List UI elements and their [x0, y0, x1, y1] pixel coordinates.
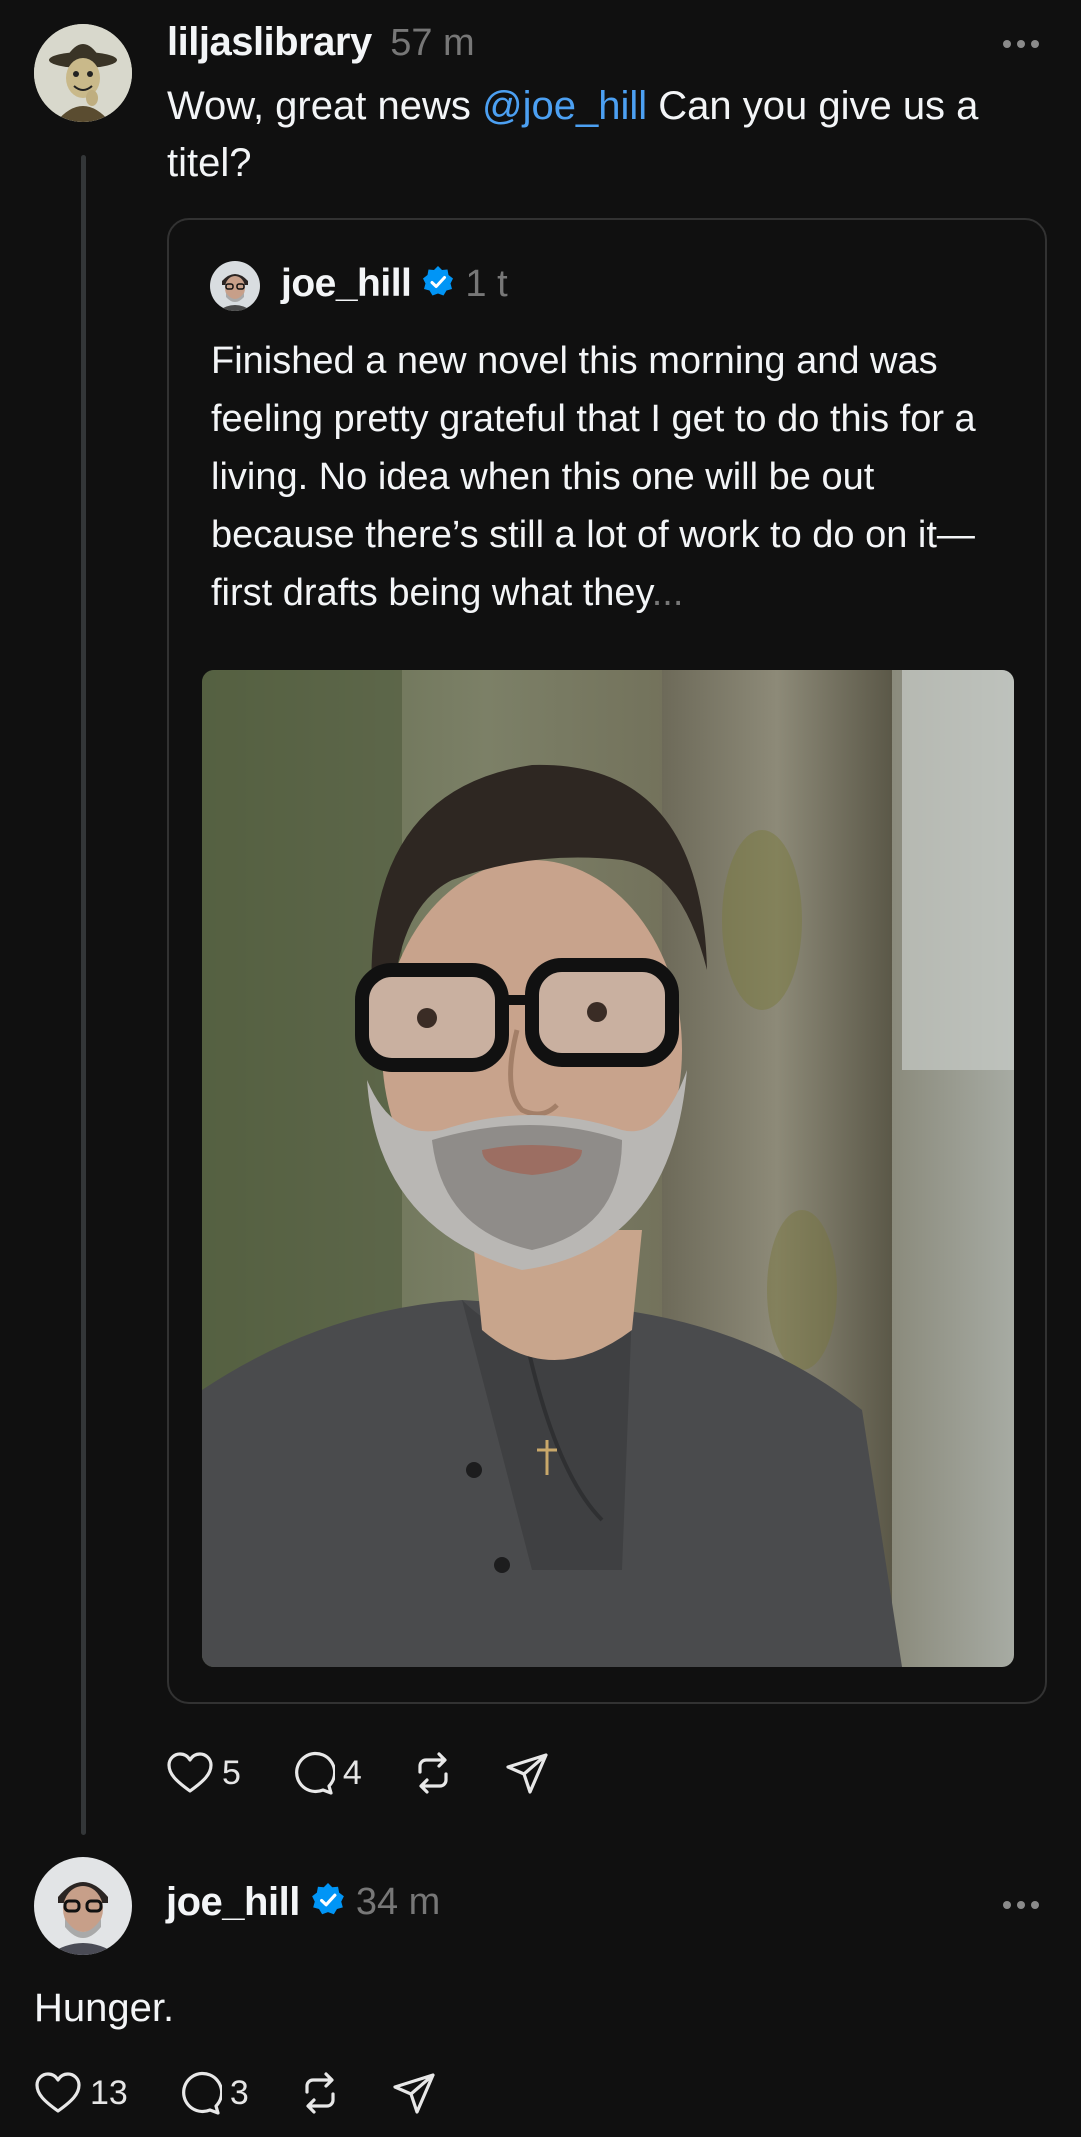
reply-timestamp: 34 m — [355, 1881, 441, 1923]
share-icon — [504, 1750, 550, 1796]
post-body: Wow, great news @joe_hill Can you give u… — [167, 78, 1027, 192]
comment-icon — [289, 1750, 335, 1796]
post-timestamp: 57 m — [390, 22, 475, 64]
post-text-before: Wow, great news — [167, 84, 482, 128]
share-icon — [391, 2070, 437, 2116]
like-button[interactable]: 5 — [166, 1751, 241, 1795]
reply-count: 3 — [229, 2073, 249, 2112]
repost-button[interactable] — [410, 1750, 456, 1796]
verified-icon — [421, 265, 455, 304]
quote-photo[interactable] — [202, 670, 1014, 1667]
heart-icon — [34, 2071, 82, 2115]
post-actions: 5 4 — [166, 1750, 598, 1796]
avatar[interactable] — [34, 24, 132, 122]
quote-timestamp: 1 t — [465, 262, 508, 305]
repost-icon — [410, 1750, 456, 1796]
share-button[interactable] — [504, 1750, 550, 1796]
heart-icon — [166, 1751, 214, 1795]
like-button[interactable]: 13 — [34, 2071, 128, 2115]
repost-icon — [297, 2070, 343, 2116]
quote-text: Finished a new novel this morning and wa… — [211, 340, 976, 614]
reply-avatar[interactable] — [34, 1857, 132, 1955]
comment-icon — [176, 2070, 222, 2116]
repost-button[interactable] — [297, 2070, 343, 2116]
verified-icon — [310, 1882, 346, 1923]
more-icon[interactable] — [1003, 1895, 1039, 1915]
reply-count: 4 — [342, 1753, 362, 1792]
thread-line — [81, 155, 86, 1835]
like-count: 5 — [222, 1753, 241, 1792]
reply-button[interactable]: 3 — [176, 2070, 249, 2116]
reply-text: Hunger. — [34, 1986, 175, 2030]
reply-actions: 13 3 — [34, 2070, 485, 2116]
post-username[interactable]: liljaslibrary — [167, 20, 372, 64]
reply-username[interactable]: joe_hill — [166, 1880, 300, 1925]
reply-button[interactable]: 4 — [289, 1750, 362, 1796]
like-count: 13 — [90, 2073, 128, 2112]
mention-link[interactable]: @joe_hill — [482, 84, 647, 128]
quote-username[interactable]: joe_hill — [281, 262, 412, 306]
more-icon[interactable] — [1003, 34, 1039, 54]
share-button[interactable] — [391, 2070, 437, 2116]
quote-avatar[interactable] — [210, 261, 260, 311]
quote-body: Finished a new novel this morning and wa… — [211, 332, 1011, 622]
quote-ellipsis: ... — [651, 572, 684, 614]
